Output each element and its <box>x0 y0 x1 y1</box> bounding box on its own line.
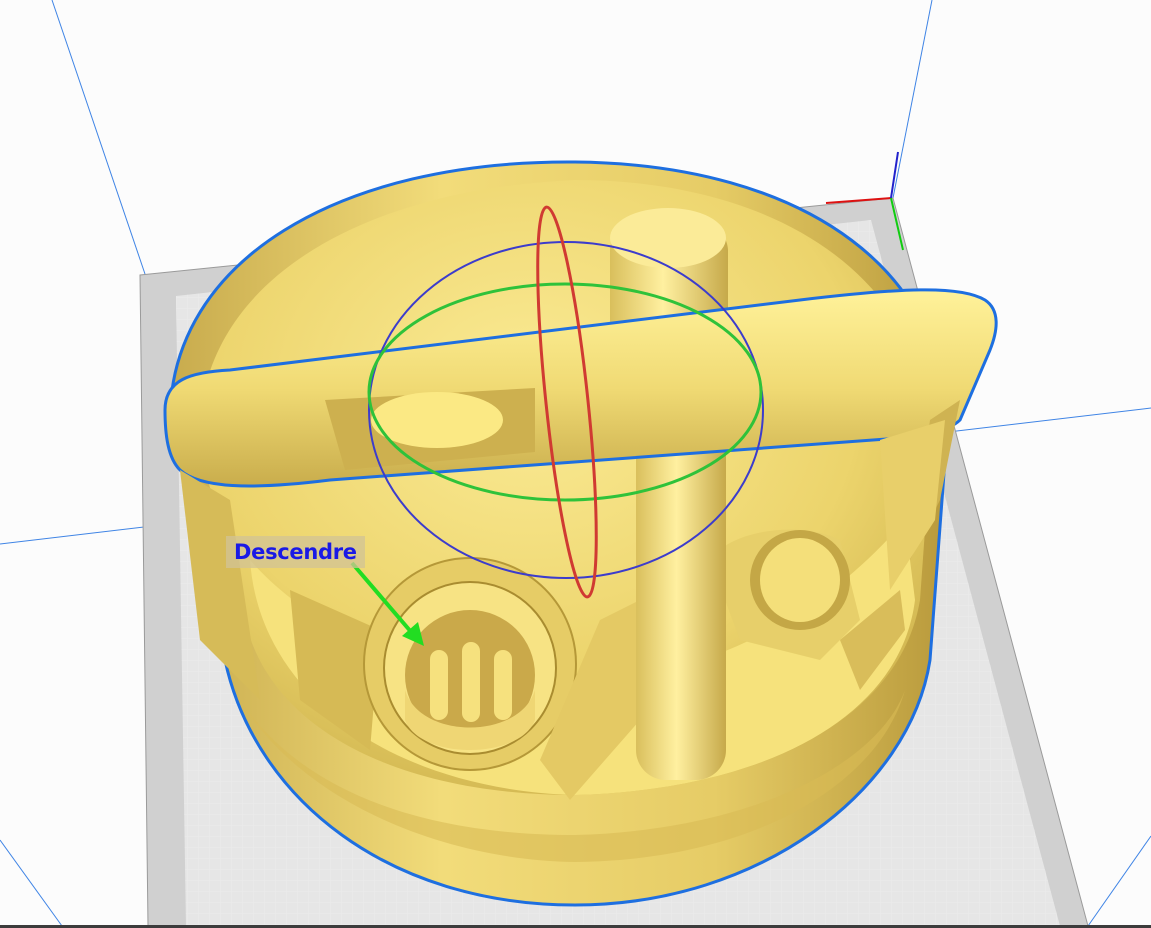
3d-viewport[interactable]: Descendre <box>0 0 1151 928</box>
annotation-label: Descendre <box>226 536 365 568</box>
scene-canvas[interactable] <box>0 0 1151 928</box>
round-socket <box>363 557 577 771</box>
